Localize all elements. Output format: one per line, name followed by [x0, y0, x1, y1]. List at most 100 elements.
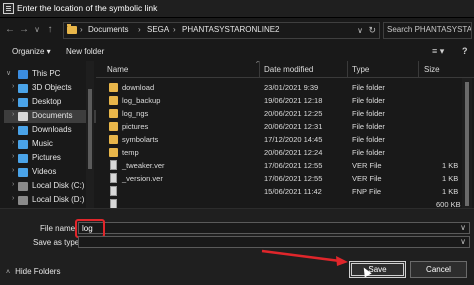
documents-icon — [18, 112, 28, 121]
file-date: 15/06/2021 11:42 — [264, 187, 322, 196]
table-row[interactable]: download 23/01/2021 9:39 File folder — [96, 81, 462, 94]
file-name-input[interactable]: log ∨ — [78, 222, 470, 234]
chevron-right-icon[interactable]: › — [12, 97, 14, 104]
back-arrow-icon[interactable]: ← — [4, 23, 16, 37]
file-date: 20/06/2021 12:24 — [264, 148, 323, 157]
file-size: 1 KB — [442, 187, 459, 196]
hide-folders-label: Hide Folders — [15, 267, 61, 276]
chevron-right-icon[interactable]: › — [12, 167, 14, 174]
file-type: File folder — [352, 148, 385, 157]
sidebar-item-desktop[interactable]: › Desktop — [4, 96, 96, 109]
scrollbar-thumb[interactable] — [88, 89, 92, 169]
navigation-pane: ∨ This PC › 3D Objects › Desktop › Docum… — [0, 61, 96, 208]
organize-button[interactable]: Organize ▾ — [12, 47, 51, 56]
folder-icon — [109, 109, 118, 118]
sidebar-item-documents[interactable]: › Documents — [4, 110, 96, 123]
sidebar-item-music[interactable]: › Music — [4, 138, 96, 151]
breadcrumb-sega[interactable]: SEGA — [147, 25, 169, 34]
column-divider[interactable] — [347, 61, 348, 78]
sidebar-item-downloads[interactable]: › Downloads — [4, 124, 96, 137]
up-arrow-icon[interactable]: ↑ — [44, 23, 56, 37]
scrollbar-thumb[interactable] — [465, 82, 469, 206]
cancel-button[interactable]: Cancel — [410, 261, 467, 278]
chevron-right-icon[interactable]: › — [12, 195, 14, 202]
chevron-down-icon[interactable]: ∨ — [6, 69, 11, 77]
chevron-right-icon[interactable]: › — [12, 181, 14, 188]
chevron-right-icon[interactable]: › — [12, 125, 14, 132]
save-as-type-select[interactable]: ∨ — [78, 236, 470, 248]
column-header-date-modified[interactable]: Date modified — [264, 65, 313, 74]
breadcrumb-separator: › — [80, 25, 83, 34]
navigation-bar: ← → ∨ ↑ › Documents › SEGA › PHANTASYSTA… — [0, 18, 474, 43]
address-bar[interactable]: › Documents › SEGA › PHANTASYSTARONLINE2… — [63, 22, 380, 39]
annotation-arrow-head — [336, 256, 348, 266]
sidebar-item-label: Music — [32, 139, 53, 148]
column-divider[interactable] — [418, 61, 419, 78]
annotation-arrow-line — [261, 249, 341, 263]
file-size: 1 KB — [442, 174, 459, 183]
drive-icon — [18, 196, 28, 205]
column-divider[interactable] — [259, 61, 260, 78]
search-input[interactable]: Search PHANTASYSTARONLINE2 — [383, 22, 472, 39]
file-name-label: File name: — [40, 224, 78, 233]
chevron-right-icon[interactable]: › — [12, 153, 14, 160]
sidebar-item-this-pc[interactable]: ∨ This PC — [4, 68, 96, 81]
sidebar-item-label: Documents — [32, 111, 73, 120]
chevron-right-icon[interactable]: › — [12, 111, 14, 118]
sidebar-item-3d-objects[interactable]: › 3D Objects — [4, 82, 96, 95]
file-name: temp — [122, 148, 139, 157]
file-type: File folder — [352, 83, 385, 92]
sidebar-item-videos[interactable]: › Videos — [4, 166, 96, 179]
file-date: 23/01/2021 9:39 — [264, 83, 319, 92]
breadcrumb-documents[interactable]: Documents — [88, 25, 128, 34]
sidebar-item-local-disk-c[interactable]: › Local Disk (C:) — [4, 180, 96, 193]
file-icon — [110, 186, 117, 196]
file-list-scrollbar[interactable] — [462, 78, 472, 208]
file-date: 17/06/2021 12:55 — [264, 174, 323, 183]
column-header-size[interactable]: Size — [424, 65, 440, 74]
recent-locations-icon[interactable]: ∨ — [31, 23, 43, 37]
file-date: 17/12/2020 14:45 — [264, 135, 323, 144]
navigation-scrollbar[interactable] — [86, 61, 94, 208]
pc-icon — [18, 70, 28, 79]
file-name: _version.ver — [122, 174, 163, 183]
column-header-type[interactable]: Type — [352, 65, 369, 74]
sidebar-item-pictures[interactable]: › Pictures — [4, 152, 96, 165]
window-title: Enter the location of the symbolic link — [17, 3, 158, 13]
refresh-icon[interactable]: ↻ — [368, 25, 376, 36]
save-button[interactable]: Save — [349, 261, 406, 278]
file-size: 600 KB — [436, 200, 461, 208]
column-header-name[interactable]: Name — [107, 65, 128, 74]
sidebar-item-label: Desktop — [32, 97, 62, 106]
file-type: File folder — [352, 135, 385, 144]
chevron-down-icon[interactable]: ∨ — [460, 237, 466, 246]
help-icon[interactable]: ? — [462, 46, 468, 56]
music-icon — [18, 140, 28, 149]
chevron-down-icon[interactable]: ∨ — [460, 223, 466, 232]
folder-icon — [109, 122, 118, 131]
sidebar-item-local-disk-d[interactable]: › Local Disk (D:) — [4, 194, 96, 207]
table-row[interactable]: 15/06/2021 11:42 FNP File 1 KB — [96, 185, 462, 198]
table-row[interactable]: 600 KB — [96, 198, 462, 208]
address-dropdown-icon[interactable]: ∨ — [357, 26, 363, 35]
file-list: ˄ Name Date modified Type Size download … — [96, 61, 474, 208]
table-row[interactable]: _tweaker.ver 17/06/2021 12:55 VER File 1… — [96, 159, 462, 172]
table-row[interactable]: symbolarts 17/12/2020 14:45 File folder — [96, 133, 462, 146]
folder-icon — [109, 83, 118, 92]
file-icon — [110, 160, 117, 170]
breadcrumb-phantasystaronline2[interactable]: PHANTASYSTARONLINE2 — [182, 25, 280, 34]
table-row[interactable]: log_backup 19/06/2021 12:18 File folder — [96, 94, 462, 107]
file-type: File folder — [352, 96, 385, 105]
table-row[interactable]: pictures 20/06/2021 12:31 File folder — [96, 120, 462, 133]
forward-arrow-icon[interactable]: → — [18, 23, 30, 37]
folder-icon — [67, 24, 77, 34]
hide-folders-button[interactable]: ˄ Hide Folders — [6, 267, 60, 276]
table-row[interactable]: _version.ver 17/06/2021 12:55 VER File 1… — [96, 172, 462, 185]
table-row[interactable]: temp 20/06/2021 12:24 File folder — [96, 146, 462, 159]
view-options-icon[interactable]: ≡ ▾ — [432, 46, 444, 57]
new-folder-button[interactable]: New folder — [66, 47, 104, 56]
sidebar-item-label: Local Disk (D:) — [32, 195, 85, 204]
chevron-right-icon[interactable]: › — [12, 83, 14, 90]
table-row[interactable]: log_ngs 20/06/2021 12:25 File folder — [96, 107, 462, 120]
chevron-right-icon[interactable]: › — [12, 139, 14, 146]
